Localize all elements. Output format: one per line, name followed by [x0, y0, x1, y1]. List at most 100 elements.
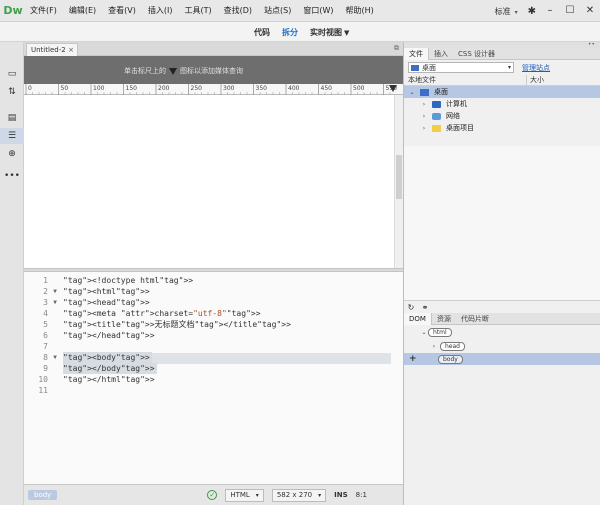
scrollbar-thumb[interactable] [396, 155, 402, 199]
menu-help[interactable]: 帮助(H) [340, 0, 380, 22]
chevron-right-icon[interactable]: › [420, 113, 428, 120]
minimize-button[interactable]: – [540, 0, 560, 22]
menu-tools[interactable]: 工具(T) [178, 0, 217, 22]
split-view-button[interactable]: 拆分 [276, 27, 304, 38]
fold-icon[interactable]: ▼ [50, 297, 60, 308]
files-list-area[interactable] [404, 146, 600, 300]
dom-node-head[interactable]: › head [404, 340, 600, 352]
document-tab[interactable]: Untitled-2 × [26, 43, 78, 56]
chevron-down-icon[interactable]: ⌄ [420, 329, 428, 336]
code-line[interactable]: 4 "tag"><meta "attr">charset="utf-8""tag"… [24, 308, 403, 319]
fold-gutter [50, 330, 60, 341]
tab-dom[interactable]: DOM [404, 313, 432, 325]
close-button[interactable]: ✕ [580, 0, 600, 22]
column-local-files[interactable]: 本地文件 [408, 75, 526, 85]
target-icon[interactable]: ⊕ [0, 146, 24, 162]
tree-item-desktop-items[interactable]: › 桌面项目 [404, 122, 600, 134]
file-icon[interactable]: ▭ [0, 66, 24, 82]
computer-icon [432, 100, 441, 108]
ruler-marker-icon[interactable] [389, 85, 397, 92]
menu-site[interactable]: 站点(S) [258, 0, 297, 22]
menu-window[interactable]: 窗口(W) [297, 0, 339, 22]
tab-files[interactable]: 文件 [404, 48, 429, 60]
inspect-icon[interactable]: ▤ [0, 110, 24, 126]
tab-snippets[interactable]: 代码片断 [456, 313, 494, 325]
fold-gutter [50, 308, 60, 319]
tree-item-computer[interactable]: › 计算机 [404, 98, 600, 110]
workspace-switcher[interactable]: 标准 ▾ [489, 6, 524, 17]
tab-assets[interactable]: 资源 [432, 313, 456, 325]
fold-icon[interactable]: ▼ [50, 352, 60, 363]
code-line[interactable]: 9 "tag"></body"tag">> [24, 363, 403, 374]
line-number: 8 [43, 353, 48, 362]
dom-panel-tabs: DOM 资源 代码片断 [404, 313, 600, 325]
code-line[interactable]: 2 ▼ "tag"><html"tag">> [24, 286, 403, 297]
menu-file[interactable]: 文件(F) [24, 0, 63, 22]
tab-css-designer[interactable]: CSS 设计器 [453, 48, 500, 60]
chevron-down-icon: ▾ [507, 64, 511, 71]
doc-type-select[interactable]: HTML ▾ [225, 488, 264, 502]
line-number: 1 [43, 276, 48, 285]
code-line[interactable]: 7 [24, 341, 403, 352]
app-logo: Dw [3, 4, 23, 17]
chevron-down-icon[interactable]: ⌄ [408, 89, 416, 96]
ruler-label: 150 [125, 85, 137, 92]
dom-node-html[interactable]: ⌄ html [404, 326, 600, 338]
close-icon[interactable]: × [68, 46, 74, 54]
column-size[interactable]: 大小 [526, 75, 544, 85]
line-number: 11 [38, 386, 48, 395]
code-line[interactable]: 1 "tag"><!doctype html"tag">> [24, 275, 403, 286]
gear-icon[interactable]: ✱ [524, 6, 540, 17]
code-line[interactable]: 5 "tag"><title"tag">>无标题文档"tag"></title"t… [24, 319, 403, 330]
ruler[interactable]: 0 50 100 150 200 250 300 350 400 450 500 550 [24, 84, 403, 95]
menu-edit[interactable]: 编辑(E) [63, 0, 102, 22]
chevron-right-icon[interactable]: › [430, 343, 438, 350]
refresh-icon[interactable]: ↻ [404, 303, 418, 312]
chevron-right-icon[interactable]: › [420, 101, 428, 108]
fold-gutter [50, 341, 60, 352]
restore-icon[interactable]: ⧉ [394, 44, 399, 53]
line-number: 3 [43, 298, 48, 307]
live-view-button[interactable]: 实时视图 ▼ [304, 27, 355, 38]
menu-insert[interactable]: 插入(I) [142, 0, 179, 22]
design-scrollbar[interactable] [394, 95, 403, 268]
files-bottom-toolbar: ↻ ⚭ [404, 300, 600, 313]
code-line[interactable]: 8 ▼ "tag"><body"tag">> [24, 352, 403, 363]
ruler-label: 50 [60, 85, 69, 92]
dom-tag: html [428, 327, 452, 337]
sort-icon[interactable]: ⇅ [0, 84, 24, 100]
menu-bar: Dw 文件(F) 编辑(E) 查看(V) 插入(I) 工具(T) 查找(D) 站… [0, 0, 600, 22]
menu-find[interactable]: 查找(D) [218, 0, 258, 22]
chevron-right-icon[interactable]: › [420, 125, 428, 132]
tree-item-network[interactable]: › 网络 [404, 110, 600, 122]
fold-icon[interactable]: ▼ [50, 286, 60, 297]
window-size-select[interactable]: 582 x 270 ▾ [271, 488, 327, 502]
check-icon[interactable]: ✓ [207, 490, 218, 500]
site-select[interactable]: 桌面 ▾ [408, 62, 514, 73]
code-line[interactable]: 6 "tag"></head"tag">> [24, 330, 403, 341]
media-query-bar: 单击标尺上的 图标以添加媒体查询 [24, 56, 403, 84]
menu-view[interactable]: 查看(V) [102, 0, 142, 22]
code-view-button[interactable]: 代码 [248, 27, 276, 38]
tab-insert[interactable]: 插入 [429, 48, 453, 60]
add-icon[interactable]: + [409, 354, 417, 364]
manage-sites-link[interactable]: 管理站点 [522, 63, 550, 73]
code-line[interactable]: 3 ▼ "tag"><head"tag">> [24, 297, 403, 308]
tree-item-desktop[interactable]: ⌄ 桌面 [404, 86, 600, 98]
connect-icon[interactable]: ⚭ [418, 303, 432, 312]
network-icon [432, 112, 441, 120]
dom-tree-area[interactable] [404, 372, 600, 505]
design-view[interactable] [24, 95, 394, 268]
window-controls: 标准 ▾ ✱ – ☐ ✕ [489, 0, 600, 22]
more-icon[interactable]: ••• [0, 168, 24, 184]
code-text: "tag"></body"tag">> [63, 363, 157, 374]
code-view[interactable]: 1 "tag"><!doctype html"tag">> 2 ▼ "tag"><htm… [24, 272, 403, 484]
code-line[interactable]: 10 "tag"></html"tag">> [24, 374, 403, 385]
format-icon[interactable]: ☰ [0, 128, 24, 144]
ruler-label: 0 [28, 85, 32, 92]
maximize-button[interactable]: ☐ [560, 0, 580, 22]
ruler-label: 300 [223, 85, 235, 92]
tag-selector[interactable]: body [28, 490, 58, 500]
code-line[interactable]: 11 [24, 385, 403, 396]
dom-node-body[interactable]: + body [404, 353, 600, 365]
